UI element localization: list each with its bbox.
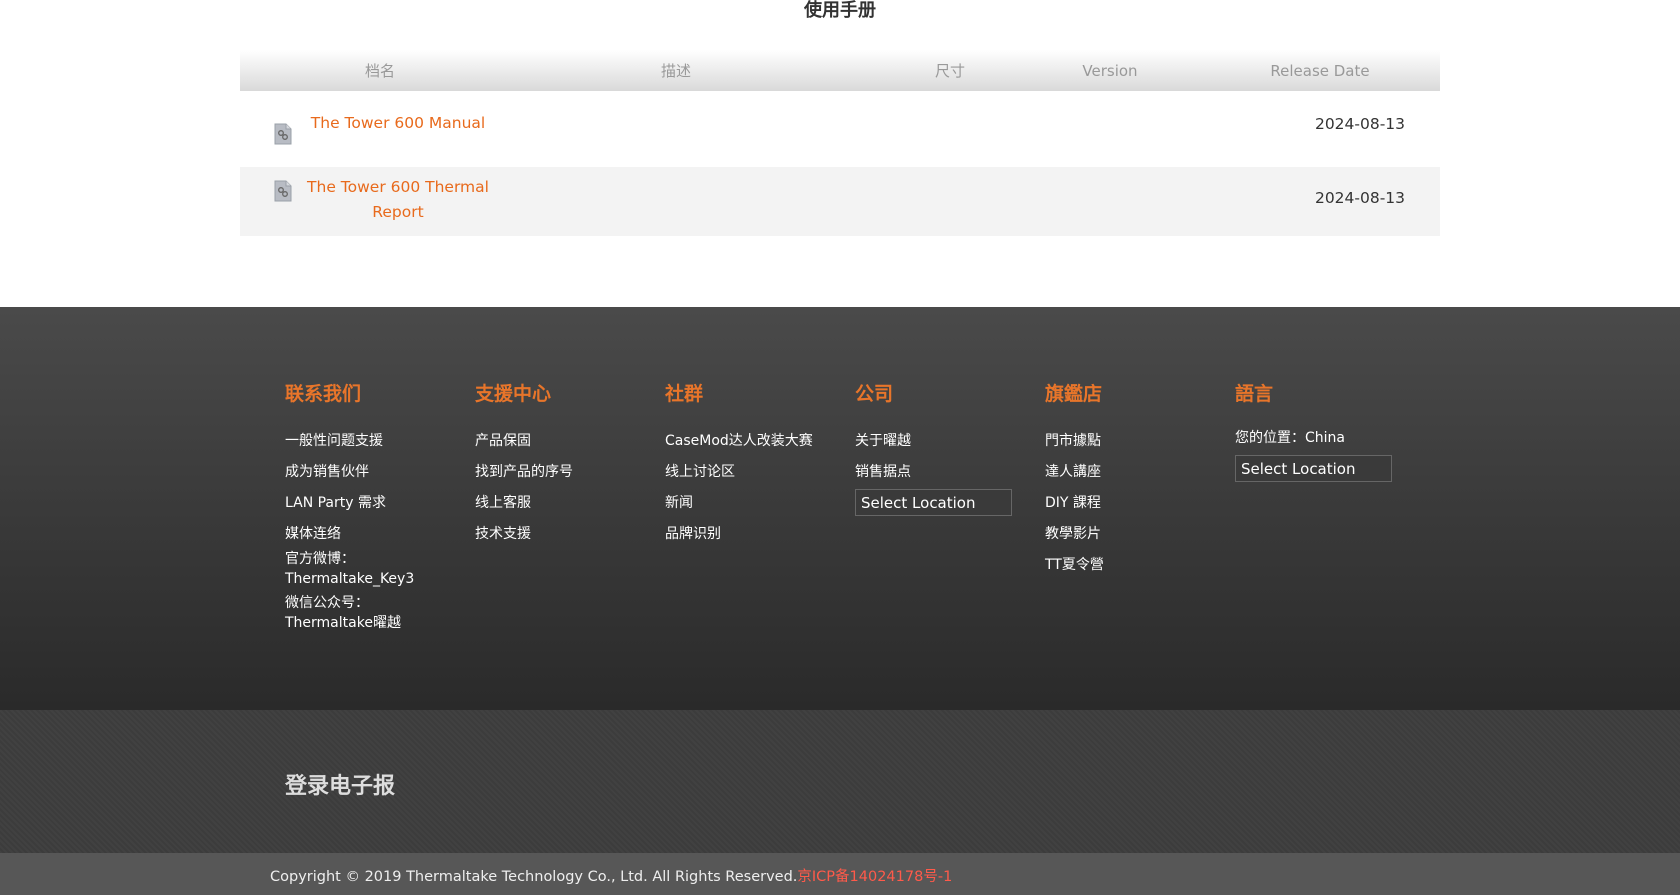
current-location: 您的位置：China	[1235, 430, 1345, 446]
file-link-line1: The Tower 600 Thermal	[307, 178, 489, 196]
footer-link[interactable]: 成为销售伙伴	[285, 464, 465, 481]
footer-link[interactable]: 销售据点	[855, 464, 1035, 481]
footer-link[interactable]: 关于曜越	[855, 433, 1035, 450]
header-release-date: Release Date	[1270, 61, 1370, 80]
footer-link[interactable]: 找到产品的序号	[475, 464, 655, 481]
footer-link[interactable]: 品牌识别	[665, 526, 845, 543]
file-link-line2: Report	[372, 203, 424, 221]
file-link-icon	[274, 123, 292, 145]
weibo-info: 官方微博： Thermaltake_Key3	[285, 549, 465, 589]
footer-col-title: 語言	[1235, 383, 1274, 405]
header-description: 描述	[660, 62, 691, 80]
footer-link[interactable]: 達人講座	[1045, 464, 1225, 481]
footer-link[interactable]: 新闻	[665, 495, 845, 512]
footer-link[interactable]: 門市據點	[1045, 433, 1225, 450]
footer-link[interactable]: 媒体连络	[285, 526, 465, 543]
copyright-notice: Copyright © 2019 Thermaltake Technology …	[270, 869, 798, 885]
header-size: 尺寸	[934, 62, 965, 80]
copyright-bar: Copyright © 2019 Thermaltake Technology …	[0, 853, 1680, 895]
footer-link[interactable]: CaseMod达人改装大赛	[665, 433, 845, 450]
section-title: 使用手册	[804, 0, 876, 21]
copyright-text: Copyright © 2019 Thermaltake Technology …	[270, 865, 952, 886]
documents-table: 档名 描述 尺寸 Version Release Date The Tower …	[240, 50, 1440, 236]
weibo-label: 官方微博：	[285, 551, 355, 567]
file-link-thermal-report[interactable]: The Tower 600 Thermal Report	[298, 175, 498, 225]
table-row: The Tower 600 Manual 2024-08-13	[240, 91, 1440, 167]
footer-col-community: 社群 CaseMod达人改装大赛 线上讨论区 新闻 品牌识别	[665, 383, 845, 557]
footer-link[interactable]: 教學影片	[1045, 526, 1225, 543]
footer-col-contact: 联系我们 一般性问题支援 成为销售伙伴 LAN Party 需求 媒体连络 官方…	[285, 383, 465, 637]
release-date: 2024-08-13	[1314, 189, 1406, 207]
footer-link[interactable]: 线上客服	[475, 495, 655, 512]
release-date: 2024-08-13	[1314, 115, 1406, 133]
footer-col-title: 旗鑑店	[1045, 383, 1103, 405]
newsletter-title[interactable]: 登录电子报	[285, 768, 395, 800]
footer-link[interactable]: 产品保固	[475, 433, 655, 450]
newsletter-section: 登录电子报	[0, 710, 1680, 853]
footer-col-language: 語言 您的位置：China Select Location	[1235, 383, 1435, 482]
wechat-label: 微信公众号：	[285, 595, 369, 611]
header-filename: 档名	[364, 62, 395, 80]
file-link-icon	[274, 180, 292, 202]
header-version: Version	[1082, 61, 1138, 80]
footer-link[interactable]: LAN Party 需求	[285, 495, 465, 512]
footer-col-title: 社群	[665, 383, 704, 405]
footer-link[interactable]: TT夏令營	[1045, 557, 1225, 574]
file-link-manual[interactable]: The Tower 600 Manual	[298, 111, 498, 136]
footer-col-support: 支援中心 产品保固 找到产品的序号 线上客服 技术支援	[475, 383, 655, 557]
table-header: 档名 描述 尺寸 Version Release Date	[240, 50, 1440, 91]
footer-col-company: 公司 关于曜越 销售据点 Select Location	[855, 383, 1035, 516]
footer-link[interactable]: 一般性问题支援	[285, 433, 465, 450]
footer-col-title: 公司	[855, 383, 894, 405]
footer-col-title: 联系我们	[285, 383, 362, 405]
weibo-value[interactable]: Thermaltake_Key3	[285, 571, 414, 587]
footer-link[interactable]: 技术支援	[475, 526, 655, 543]
wechat-value[interactable]: Thermaltake曜越	[285, 615, 401, 631]
site-footer: 联系我们 一般性问题支援 成为销售伙伴 LAN Party 需求 媒体连络 官方…	[0, 307, 1680, 710]
location-select[interactable]: Select Location	[855, 489, 1012, 516]
footer-col-title: 支援中心	[475, 383, 552, 405]
language-location-select[interactable]: Select Location	[1235, 455, 1392, 482]
icp-link[interactable]: 京ICP备14024178号-1	[797, 869, 952, 885]
footer-link[interactable]: DIY 課程	[1045, 495, 1225, 512]
wechat-info: 微信公众号： Thermaltake曜越	[285, 593, 465, 633]
table-row: The Tower 600 Thermal Report 2024-08-13	[240, 167, 1440, 236]
footer-col-store: 旗鑑店 門市據點 達人講座 DIY 課程 教學影片 TT夏令營	[1045, 383, 1225, 588]
footer-link[interactable]: 线上讨论区	[665, 464, 845, 481]
